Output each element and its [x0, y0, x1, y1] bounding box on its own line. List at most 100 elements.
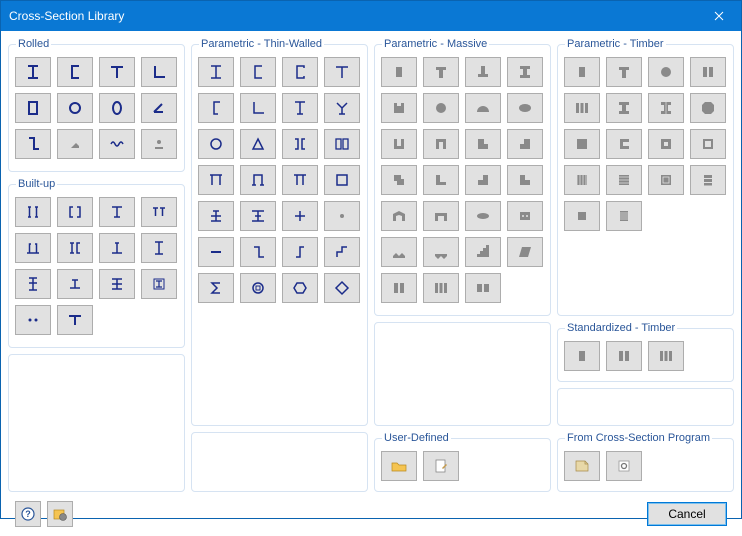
- massive-i-solid[interactable]: [507, 57, 543, 87]
- thin-circle-alt[interactable]: [240, 273, 276, 303]
- massive-zigzag[interactable]: [381, 237, 417, 267]
- close-button[interactable]: [696, 1, 741, 31]
- thin-diamond[interactable]: [324, 273, 360, 303]
- builtup-i-short[interactable]: [57, 269, 93, 299]
- thin-c-channel[interactable]: [240, 57, 276, 87]
- thin-z-alt[interactable]: [282, 237, 318, 267]
- massive-dots[interactable]: [507, 201, 543, 231]
- rolled-t-shape[interactable]: [99, 57, 135, 87]
- rolled-v-angle[interactable]: [141, 93, 177, 123]
- timber-triple[interactable]: [564, 93, 600, 123]
- timber-c[interactable]: [606, 129, 642, 159]
- builtup-perp[interactable]: [99, 233, 135, 263]
- thin-i-wide[interactable]: [240, 201, 276, 231]
- timber-hatch[interactable]: [648, 165, 684, 195]
- massive-step-alt[interactable]: [507, 165, 543, 195]
- timber-t[interactable]: [606, 57, 642, 87]
- builtup-i-c[interactable]: [57, 233, 93, 263]
- massive-triple-rect[interactable]: [423, 273, 459, 303]
- thin-z-shape[interactable]: [240, 237, 276, 267]
- massive-arch2[interactable]: [423, 201, 459, 231]
- thin-triangle[interactable]: [240, 129, 276, 159]
- massive-stairs[interactable]: [465, 237, 501, 267]
- timber-hatch-l[interactable]: [564, 165, 600, 195]
- thin-j-shape[interactable]: [198, 93, 234, 123]
- timber-rect[interactable]: [564, 57, 600, 87]
- rolled-c-channel[interactable]: [57, 57, 93, 87]
- rolled-z-shape[interactable]: [15, 129, 51, 159]
- thin-plus[interactable]: [282, 201, 318, 231]
- timber-stack[interactable]: [690, 165, 726, 195]
- massive-zigzag2[interactable]: [423, 237, 459, 267]
- massive-parallelogram[interactable]: [507, 237, 543, 267]
- timber-octagon[interactable]: [690, 93, 726, 123]
- program-import[interactable]: [564, 451, 600, 481]
- builtup-i-boxed[interactable]: [141, 269, 177, 299]
- builtup-i-over-i[interactable]: [15, 269, 51, 299]
- std-timber-rect[interactable]: [564, 341, 600, 371]
- massive-pair[interactable]: [465, 273, 501, 303]
- massive-rect-notch[interactable]: [381, 93, 417, 123]
- timber-i-var[interactable]: [648, 93, 684, 123]
- rolled-angle[interactable]: [141, 57, 177, 87]
- thin-double-rect[interactable]: [324, 129, 360, 159]
- settings-button[interactable]: [47, 501, 73, 527]
- timber-box[interactable]: [690, 129, 726, 159]
- massive-step-r[interactable]: [507, 129, 543, 159]
- massive-l[interactable]: [423, 165, 459, 195]
- massive-u[interactable]: [381, 129, 417, 159]
- thin-y-shape[interactable]: [324, 93, 360, 123]
- thin-goalpost-cap[interactable]: [240, 165, 276, 195]
- thin-minus[interactable]: [198, 237, 234, 267]
- builtup-pi[interactable]: [15, 233, 51, 263]
- thin-pi[interactable]: [282, 165, 318, 195]
- timber-box-small[interactable]: [564, 201, 600, 231]
- builtup-double-c[interactable]: [57, 197, 93, 227]
- massive-semi[interactable]: [465, 93, 501, 123]
- massive-t[interactable]: [423, 57, 459, 87]
- rolled-point-solid[interactable]: [141, 129, 177, 159]
- massive-ellipse2[interactable]: [465, 201, 501, 231]
- thin-angle[interactable]: [240, 93, 276, 123]
- thin-sigma[interactable]: [198, 273, 234, 303]
- builtup-t-over[interactable]: [99, 197, 135, 227]
- thin-step[interactable]: [324, 237, 360, 267]
- massive-circle[interactable]: [423, 93, 459, 123]
- massive-u-open[interactable]: [423, 129, 459, 159]
- thin-double-bar[interactable]: [282, 129, 318, 159]
- massive-ellipse[interactable]: [507, 93, 543, 123]
- rolled-rect-tube[interactable]: [15, 93, 51, 123]
- thin-i-cross[interactable]: [198, 201, 234, 231]
- thin-c-lipped[interactable]: [282, 57, 318, 87]
- massive-rect[interactable]: [381, 57, 417, 87]
- thin-i-beam[interactable]: [198, 57, 234, 87]
- massive-double-rect[interactable]: [381, 273, 417, 303]
- timber-box-open[interactable]: [648, 129, 684, 159]
- timber-double[interactable]: [690, 57, 726, 87]
- rolled-profile-solid[interactable]: [57, 129, 93, 159]
- program-gear[interactable]: [606, 451, 642, 481]
- massive-t-inv[interactable]: [465, 57, 501, 87]
- builtup-i-upright[interactable]: [141, 233, 177, 263]
- rolled-oval-tube[interactable]: [99, 93, 135, 123]
- thin-i-tapered[interactable]: [282, 93, 318, 123]
- builtup-t-wide[interactable]: [57, 305, 93, 335]
- std-timber-triple[interactable]: [648, 341, 684, 371]
- user-edit[interactable]: [423, 451, 459, 481]
- timber-circ[interactable]: [648, 57, 684, 87]
- timber-sq[interactable]: [564, 129, 600, 159]
- rolled-i-beam[interactable]: [15, 57, 51, 87]
- thin-dot[interactable]: [324, 201, 360, 231]
- massive-arch[interactable]: [381, 201, 417, 231]
- user-folder[interactable]: [381, 451, 417, 481]
- std-timber-double[interactable]: [606, 341, 642, 371]
- timber-hatch-box[interactable]: [606, 201, 642, 231]
- builtup-cross[interactable]: [99, 269, 135, 299]
- builtup-double-t[interactable]: [141, 197, 177, 227]
- rolled-corrugated[interactable]: [99, 129, 135, 159]
- massive-step[interactable]: [465, 165, 501, 195]
- massive-z[interactable]: [381, 165, 417, 195]
- thin-rect[interactable]: [324, 165, 360, 195]
- builtup-dots[interactable]: [15, 305, 51, 335]
- thin-t-shape[interactable]: [324, 57, 360, 87]
